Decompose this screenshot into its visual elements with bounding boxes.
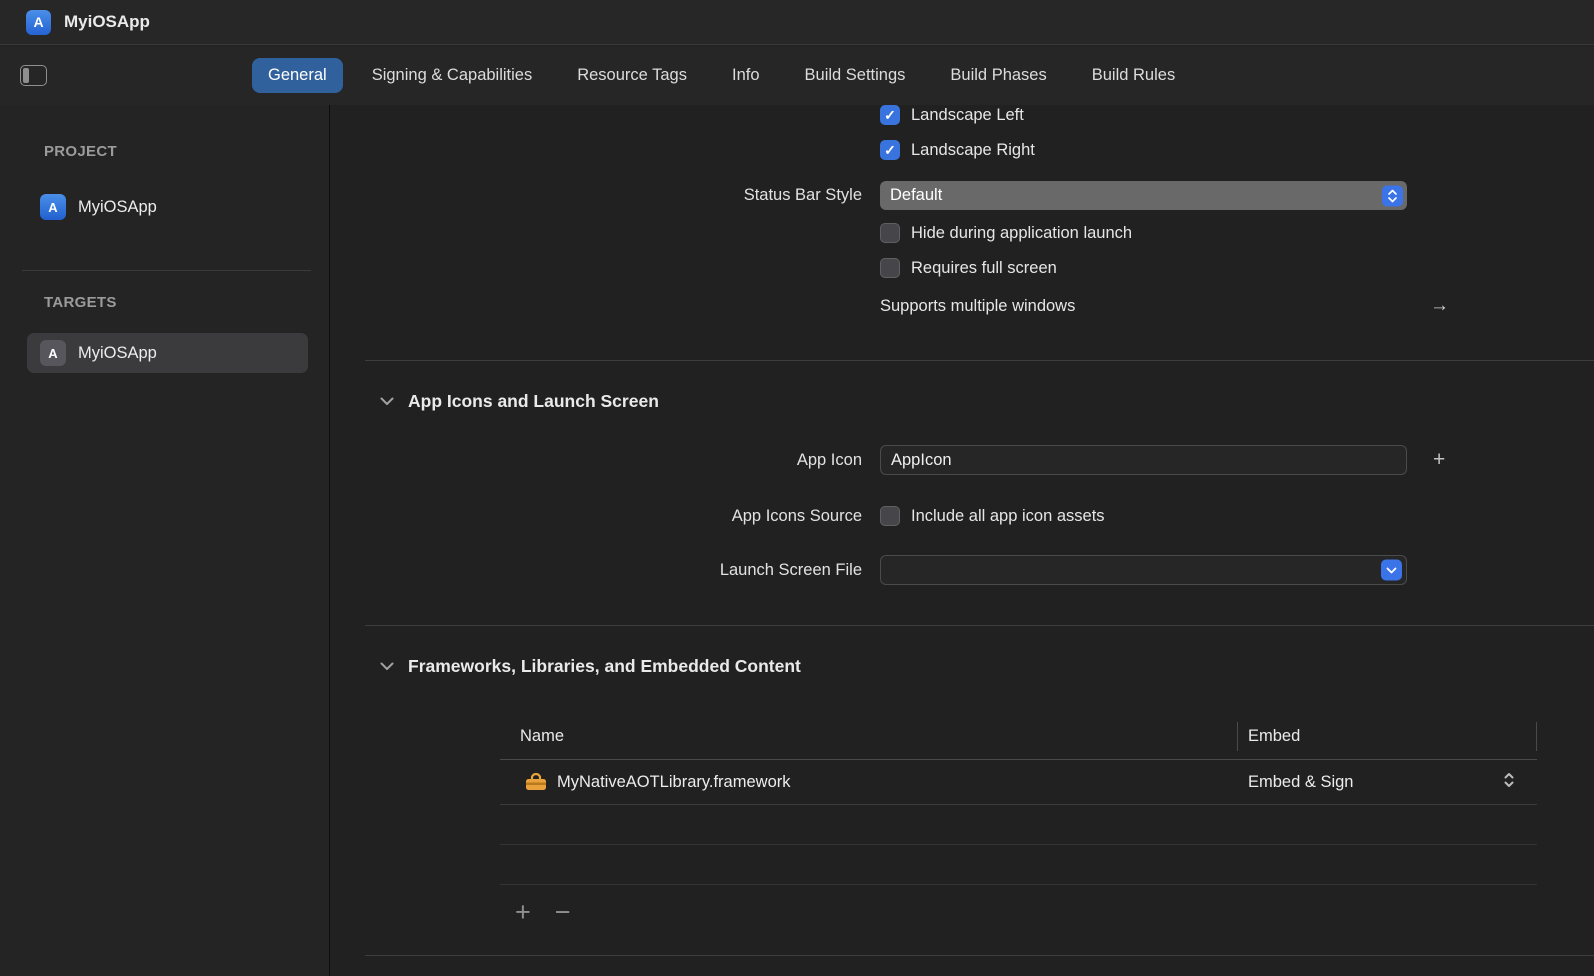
check-icon: ✓ (884, 142, 896, 159)
app-icons-source-label: App Icons Source (330, 501, 862, 531)
project-app-icon: A (40, 194, 66, 220)
app-icon-field[interactable]: AppIcon (880, 445, 1407, 475)
column-divider (1237, 722, 1238, 751)
tab-general[interactable]: General (252, 58, 343, 93)
empty-table-row (500, 845, 1537, 885)
section-divider (365, 360, 1594, 361)
sidebar-project-label: MyiOSApp (78, 198, 157, 217)
tab-bar: General Signing & Capabilities Resource … (0, 46, 1594, 105)
arrow-right-icon[interactable]: → (1430, 291, 1449, 321)
project-app-icon-glyph: A (48, 200, 57, 215)
check-icon: ✓ (884, 225, 896, 242)
empty-table-row (500, 805, 1537, 845)
check-icon: ✓ (884, 508, 896, 525)
project-section-header: PROJECT (44, 143, 117, 160)
requires-full-screen-checkbox[interactable]: ✓ (880, 258, 900, 278)
landscape-left-checkbox[interactable]: ✓ (880, 105, 900, 125)
sidebar-item-project[interactable]: A MyiOSApp (27, 187, 308, 227)
add-app-icon-button[interactable]: + (1433, 445, 1445, 475)
include-all-app-icon-assets-label: Include all app icon assets (911, 507, 1105, 526)
include-all-app-icon-assets-checkbox[interactable]: ✓ (880, 506, 900, 526)
remove-framework-button[interactable]: − (555, 898, 571, 926)
tab-build-settings[interactable]: Build Settings (789, 58, 922, 93)
titlebar: A MyiOSApp (0, 0, 1594, 45)
editor-tabs: General Signing & Capabilities Resource … (252, 58, 1191, 93)
sidebar-target-label: MyiOSApp (78, 344, 157, 363)
frameworks-table-header: Name Embed (500, 714, 1537, 760)
hide-during-launch-label: Hide during application launch (911, 224, 1132, 243)
tab-build-phases[interactable]: Build Phases (934, 58, 1062, 93)
toolbox-icon (525, 773, 547, 791)
landscape-right-checkbox[interactable]: ✓ (880, 140, 900, 160)
chevron-down-icon[interactable] (380, 662, 394, 671)
embed-setting-value: Embed & Sign (1248, 773, 1353, 792)
sidebar-item-target[interactable]: A MyiOSApp (27, 333, 308, 373)
hide-during-launch-checkbox[interactable]: ✓ (880, 223, 900, 243)
frameworks-table-actions: + − (515, 898, 571, 926)
supports-multiple-windows-label: Supports multiple windows (880, 291, 1075, 321)
chevron-down-icon[interactable] (380, 397, 394, 406)
tab-info[interactable]: Info (716, 58, 776, 93)
stepper-icon (1382, 185, 1403, 206)
framework-name: MyNativeAOTLibrary.framework (557, 773, 791, 792)
frameworks-table: Name Embed MyNativeAOTLibrary.framework (500, 714, 1537, 885)
sidebar-divider (22, 270, 311, 271)
general-settings-pane: ✓ Landscape Left ✓ Landscape Right Statu… (330, 105, 1594, 976)
app-icon-glyph: A (33, 14, 43, 30)
status-bar-style-label: Status Bar Style (330, 181, 862, 210)
check-icon: ✓ (884, 260, 896, 277)
landscape-left-label: Landscape Left (911, 106, 1024, 125)
targets-section-header: TARGETS (44, 294, 117, 311)
sidebar-toggle-icon[interactable] (20, 65, 47, 86)
tab-build-rules[interactable]: Build Rules (1076, 58, 1191, 93)
launch-screen-file-label: Launch Screen File (330, 555, 862, 585)
launch-screen-file-field[interactable] (880, 555, 1407, 585)
tab-resource-tags[interactable]: Resource Tags (561, 58, 703, 93)
dropdown-chevron-icon[interactable] (1381, 560, 1402, 581)
framework-row[interactable]: MyNativeAOTLibrary.framework Embed & Sig… (500, 760, 1537, 805)
target-app-icon-glyph: A (48, 346, 57, 361)
status-bar-style-select[interactable]: Default (880, 181, 1407, 210)
column-header-embed: Embed (1248, 727, 1300, 746)
project-sidebar: PROJECT A MyiOSApp TARGETS A MyiOSApp (0, 105, 330, 976)
column-header-name: Name (500, 727, 564, 746)
target-app-icon: A (40, 340, 66, 366)
app-icon-value: AppIcon (891, 451, 952, 470)
xcode-window: A MyiOSApp General Signing & Capabilitie… (0, 0, 1594, 976)
app-icons-section-title: App Icons and Launch Screen (408, 391, 659, 412)
landscape-right-label: Landscape Right (911, 141, 1035, 160)
section-divider (365, 625, 1594, 626)
add-framework-button[interactable]: + (515, 898, 531, 926)
requires-full-screen-label: Requires full screen (911, 259, 1057, 278)
app-icon: A (26, 10, 51, 35)
window-title: MyiOSApp (64, 12, 150, 32)
status-bar-style-value: Default (890, 186, 942, 205)
column-divider (1536, 722, 1537, 751)
frameworks-section-title: Frameworks, Libraries, and Embedded Cont… (408, 656, 801, 677)
app-icon-label: App Icon (330, 445, 862, 475)
embed-dropdown-chevrons-icon[interactable] (1503, 771, 1515, 794)
section-divider (365, 955, 1594, 956)
check-icon: ✓ (884, 107, 896, 124)
window-body: PROJECT A MyiOSApp TARGETS A MyiOSApp ✓ … (0, 105, 1594, 976)
tab-signing-capabilities[interactable]: Signing & Capabilities (356, 58, 549, 93)
